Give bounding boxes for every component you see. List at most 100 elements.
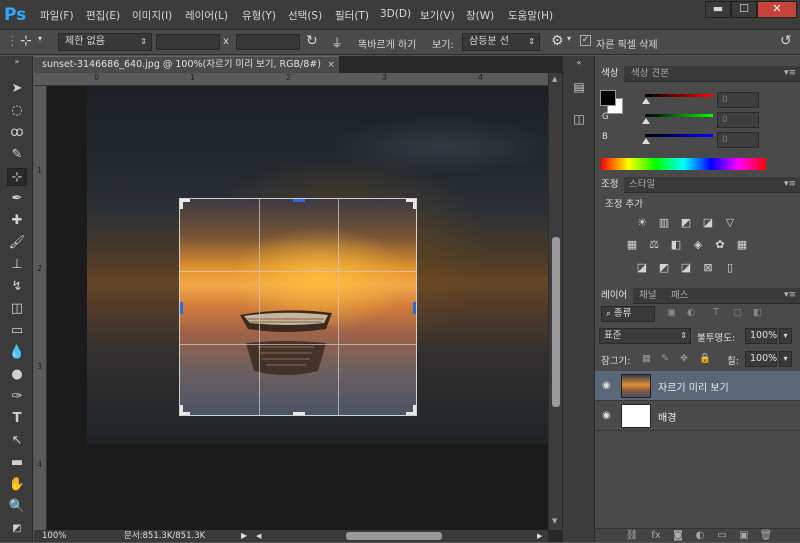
- lock-transparency-icon[interactable]: ▦: [642, 353, 651, 364]
- invert-icon[interactable]: ◪: [635, 261, 649, 274]
- zoom-tool-icon[interactable]: 🔍: [7, 498, 27, 516]
- eraser-tool-icon[interactable]: ◫: [7, 300, 27, 318]
- height-input[interactable]: [236, 34, 300, 50]
- chevron-down-icon[interactable]: ▾: [779, 351, 792, 367]
- lock-pixels-icon[interactable]: ✎: [661, 353, 669, 364]
- healing-brush-icon[interactable]: ✚: [7, 212, 27, 230]
- menu-layer[interactable]: 레이어(L): [185, 8, 228, 23]
- properties-panel-icon[interactable]: ◫: [569, 110, 589, 128]
- red-value-field[interactable]: 0: [717, 92, 759, 108]
- filter-shape-icon[interactable]: ▢: [733, 307, 742, 318]
- eye-icon[interactable]: ◉: [602, 410, 611, 421]
- menu-help[interactable]: 도움말(H): [508, 8, 553, 23]
- green-value-field[interactable]: 0: [717, 112, 759, 128]
- tab-styles[interactable]: 스타일: [623, 177, 661, 193]
- eyedropper-tool-icon[interactable]: ✒: [7, 190, 27, 208]
- lasso-tool-icon[interactable]: ꝏ: [7, 124, 27, 142]
- scroll-left-icon[interactable]: ◀: [256, 530, 261, 542]
- panel-menu-icon[interactable]: ▾≡: [784, 290, 796, 300]
- hand-tool-icon[interactable]: ✋: [7, 476, 27, 494]
- move-tool-icon[interactable]: ➤: [7, 80, 27, 98]
- gradient-tool-icon[interactable]: ▭: [7, 322, 27, 340]
- opacity-field[interactable]: 100%: [745, 328, 777, 344]
- slider-thumb[interactable]: [642, 118, 650, 124]
- tab-paths[interactable]: 패스: [665, 288, 694, 304]
- minimize-button[interactable]: ▬: [705, 1, 731, 18]
- chevron-down-icon[interactable]: ▾: [779, 328, 792, 344]
- straighten-button[interactable]: 똑바르게 하기: [358, 36, 416, 51]
- mask-icon[interactable]: ◙: [671, 529, 685, 543]
- link-icon[interactable]: ⛓: [625, 529, 639, 543]
- menu-3d[interactable]: 3D(D): [380, 8, 411, 20]
- adjustment-layer-icon[interactable]: ◐: [693, 529, 707, 543]
- color-spectrum-bar[interactable]: [601, 158, 766, 170]
- crop-box[interactable]: [179, 198, 417, 416]
- menu-file[interactable]: 파일(F): [40, 8, 74, 23]
- dodge-tool-icon[interactable]: ●: [7, 366, 27, 384]
- pen-tool-icon[interactable]: ✑: [7, 388, 27, 406]
- color-lookup-icon[interactable]: ▦: [735, 238, 749, 251]
- menu-window[interactable]: 창(W): [466, 8, 494, 23]
- blue-slider-track[interactable]: [645, 134, 713, 137]
- gradient-map-icon[interactable]: ▯: [723, 261, 737, 274]
- crop-handle-bottom-left[interactable]: [180, 405, 183, 415]
- lock-all-icon[interactable]: 🔒: [699, 353, 711, 364]
- color-balance-icon[interactable]: ⚖: [647, 238, 661, 251]
- filter-pixel-icon[interactable]: ▣: [667, 307, 676, 318]
- filter-smart-icon[interactable]: ◧: [753, 307, 762, 318]
- chevron-down-icon[interactable]: ▾: [567, 34, 571, 43]
- posterize-icon[interactable]: ◩: [657, 261, 671, 274]
- shape-tool-icon[interactable]: ▬: [7, 454, 27, 472]
- green-slider-track[interactable]: [645, 114, 713, 117]
- crop-handle-bottom-right[interactable]: [413, 405, 416, 415]
- crop-handle-bottom[interactable]: [293, 412, 305, 415]
- panel-menu-icon[interactable]: ▾≡: [784, 68, 796, 78]
- crop-handle-right[interactable]: [413, 302, 416, 314]
- history-brush-icon[interactable]: ↯: [7, 278, 27, 296]
- eye-icon[interactable]: ◉: [602, 380, 611, 391]
- blend-mode-dropdown[interactable]: 표준 ⇕: [599, 328, 691, 344]
- slider-thumb[interactable]: [642, 98, 650, 104]
- vertical-scrollbar[interactable]: ▲ ▼: [548, 73, 562, 530]
- levels-icon[interactable]: ▥: [657, 216, 671, 229]
- group-icon[interactable]: ▭: [715, 529, 729, 543]
- tab-adjustments[interactable]: 조정: [595, 177, 625, 193]
- type-tool-icon[interactable]: T: [7, 410, 27, 428]
- quick-select-tool-icon[interactable]: ✎: [7, 146, 27, 164]
- tab-layers[interactable]: 레이어: [595, 288, 634, 304]
- slider-thumb[interactable]: [642, 138, 650, 144]
- history-panel-icon[interactable]: ▤: [569, 78, 589, 96]
- scroll-down-icon[interactable]: ▼: [552, 517, 557, 525]
- red-slider-track[interactable]: [645, 94, 713, 97]
- maximize-button[interactable]: ☐: [731, 1, 757, 18]
- menu-filter[interactable]: 필터(T): [335, 8, 369, 23]
- close-button[interactable]: ✕: [757, 1, 797, 18]
- gear-icon[interactable]: ⚙: [551, 33, 564, 49]
- menu-edit[interactable]: 편집(E): [86, 8, 120, 23]
- color-swatches-icon[interactable]: ◩: [7, 520, 27, 538]
- selective-color-icon[interactable]: ⊠: [701, 261, 715, 274]
- document-tab[interactable]: sunset-3146686_640.jpg @ 100%(자르기 미리 보기,…: [34, 56, 339, 73]
- brightness-icon[interactable]: ☀: [635, 216, 649, 229]
- delete-cropped-checkbox[interactable]: ✓: [580, 35, 591, 46]
- layer-row[interactable]: ◉ 배경: [595, 401, 800, 431]
- filter-adjust-icon[interactable]: ◐: [687, 307, 695, 318]
- swap-icon[interactable]: ↻: [306, 33, 318, 49]
- crop-handle-left[interactable]: [180, 302, 183, 314]
- filter-type-icon[interactable]: T: [713, 307, 719, 318]
- menu-image[interactable]: 이미지(I): [132, 8, 172, 23]
- stamp-tool-icon[interactable]: ⊥: [7, 256, 27, 274]
- menu-view[interactable]: 보기(V): [420, 8, 455, 23]
- collapse-icon[interactable]: «: [569, 58, 589, 68]
- blur-tool-icon[interactable]: 💧: [7, 344, 27, 362]
- brush-tool-icon[interactable]: 🖌: [7, 234, 27, 252]
- tab-swatches[interactable]: 색상 견본: [625, 66, 675, 82]
- curves-icon[interactable]: ◩: [679, 216, 693, 229]
- black-white-icon[interactable]: ◧: [669, 238, 683, 251]
- close-icon[interactable]: ×: [327, 57, 335, 73]
- blue-value-field[interactable]: 0: [717, 132, 759, 148]
- status-menu-icon[interactable]: ▶: [241, 530, 247, 542]
- menu-select[interactable]: 선택(S): [288, 8, 322, 23]
- reset-icon[interactable]: ↺: [780, 33, 792, 49]
- crop-tool-icon[interactable]: ⊹: [20, 33, 32, 49]
